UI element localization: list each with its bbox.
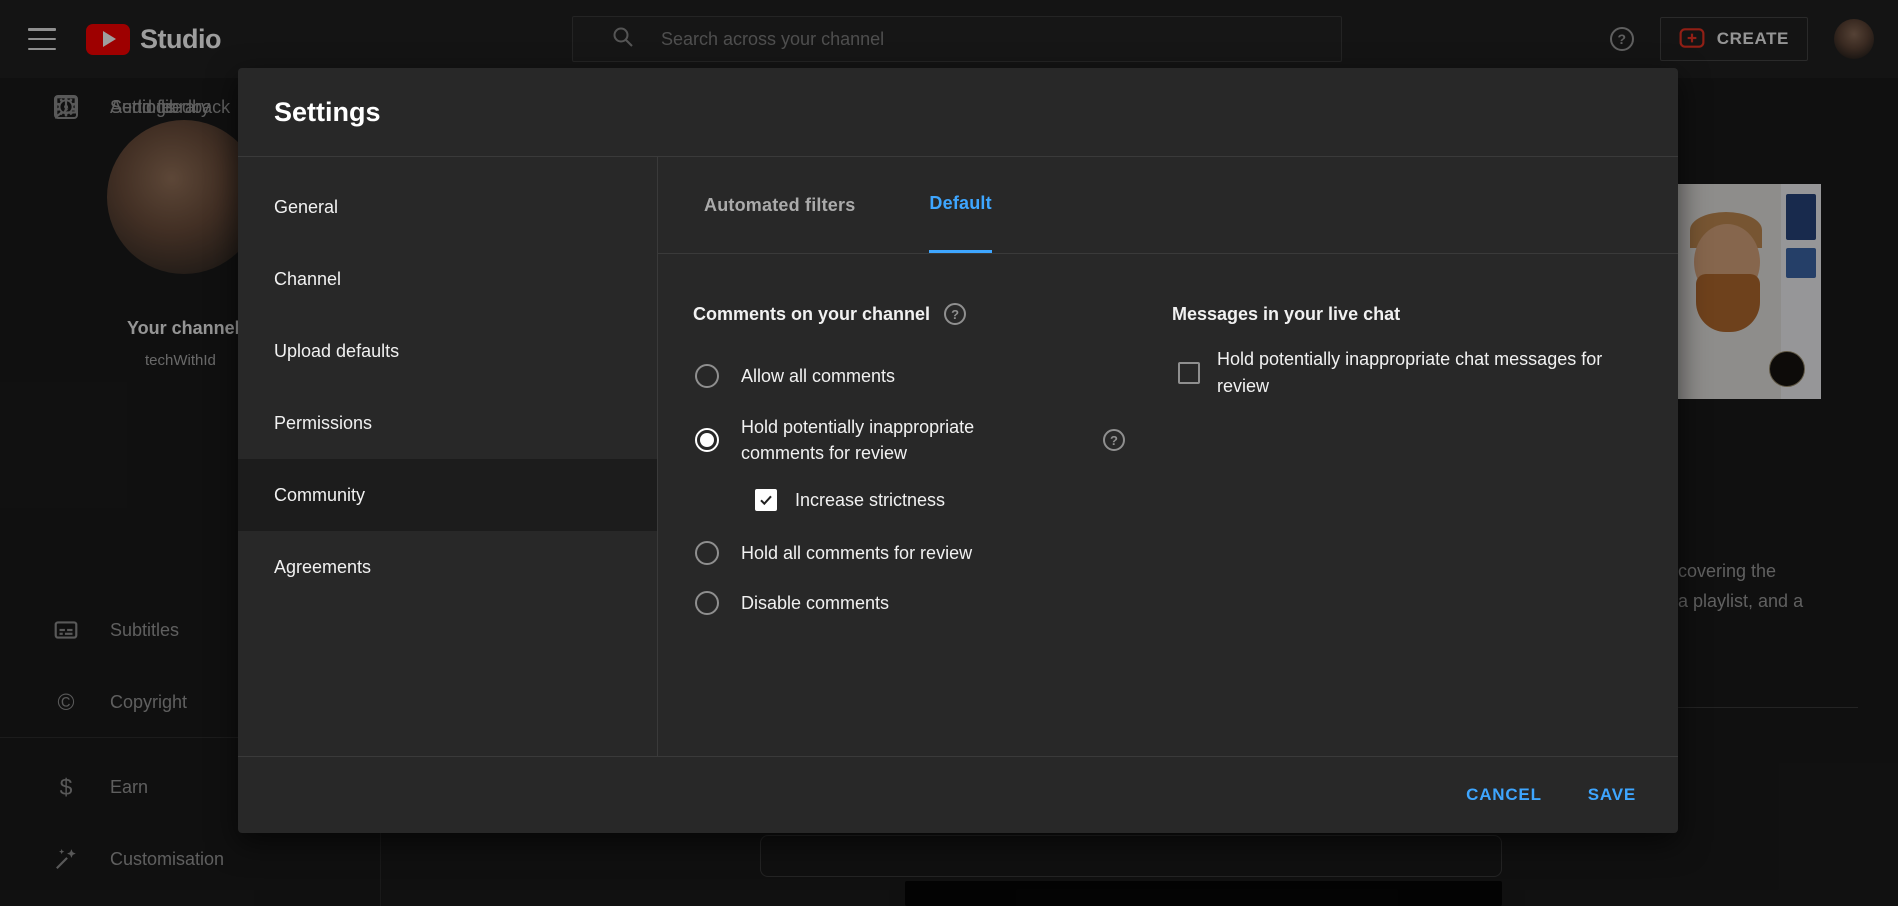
settings-nav-community[interactable]: Community — [238, 459, 657, 531]
increase-strictness-row[interactable]: Increase strictness — [755, 486, 1125, 514]
settings-nav-channel[interactable]: Channel — [238, 243, 657, 315]
comments-section: Comments on your channel ? Allow all com… — [693, 302, 1125, 617]
settings-nav-general[interactable]: General — [238, 171, 657, 243]
cancel-button[interactable]: CANCEL — [1466, 785, 1542, 805]
community-tabs: Automated filters Default — [658, 157, 1678, 254]
dialog-title: Settings — [274, 97, 381, 128]
settings-nav-permissions[interactable]: Permissions — [238, 387, 657, 459]
live-chat-section: Messages in your live chat Hold potentia… — [1172, 302, 1617, 400]
option-allow-all-comments[interactable]: Allow all comments — [693, 362, 1125, 390]
option-label: Increase strictness — [795, 487, 945, 513]
checkbox-unchecked[interactable] — [1178, 362, 1200, 384]
tab-automated-filters[interactable]: Automated filters — [704, 157, 855, 253]
dialog-header: Settings — [238, 68, 1678, 157]
comments-heading: Comments on your channel ? — [693, 302, 1125, 326]
option-hold-chat-messages[interactable]: Hold potentially inappropriate chat mess… — [1172, 346, 1617, 400]
settings-nav: General Channel Upload defaults Permissi… — [238, 157, 658, 756]
option-label: Allow all comments — [741, 363, 895, 389]
comments-heading-text: Comments on your channel — [693, 304, 930, 325]
live-chat-heading-text: Messages in your live chat — [1172, 304, 1400, 325]
radio-unselected[interactable] — [695, 364, 719, 388]
save-button[interactable]: SAVE — [1588, 785, 1636, 805]
dialog-footer: CANCEL SAVE — [238, 756, 1678, 833]
settings-content: Automated filters Default Comments on yo… — [658, 157, 1678, 756]
option-hold-all-comments[interactable]: Hold all comments for review — [693, 539, 1125, 567]
dialog-body: General Channel Upload defaults Permissi… — [238, 157, 1678, 756]
option-help-icon[interactable]: ? — [1103, 429, 1125, 451]
radio-unselected[interactable] — [695, 541, 719, 565]
settings-dialog: Settings General Channel Upload defaults… — [238, 68, 1678, 833]
settings-nav-agreements[interactable]: Agreements — [238, 531, 657, 603]
option-disable-comments[interactable]: Disable comments — [693, 589, 1125, 617]
radio-selected[interactable] — [695, 428, 719, 452]
radio-unselected[interactable] — [695, 591, 719, 615]
youtube-studio-screen: Studio ? CREATE Your channel techWithId — [0, 0, 1898, 906]
live-chat-heading: Messages in your live chat — [1172, 302, 1617, 326]
option-label: Hold potentially inappropriate comments … — [741, 414, 1037, 466]
option-label: Hold potentially inappropriate chat mess… — [1217, 346, 1617, 400]
option-hold-inappropriate-comments[interactable]: Hold potentially inappropriate comments … — [693, 414, 1125, 466]
settings-nav-upload-defaults[interactable]: Upload defaults — [238, 315, 657, 387]
option-label: Disable comments — [741, 590, 889, 616]
option-label: Hold all comments for review — [741, 540, 972, 566]
checkbox-checked[interactable] — [755, 489, 777, 511]
comments-help-icon[interactable]: ? — [944, 303, 966, 325]
tab-default[interactable]: Default — [929, 157, 991, 253]
